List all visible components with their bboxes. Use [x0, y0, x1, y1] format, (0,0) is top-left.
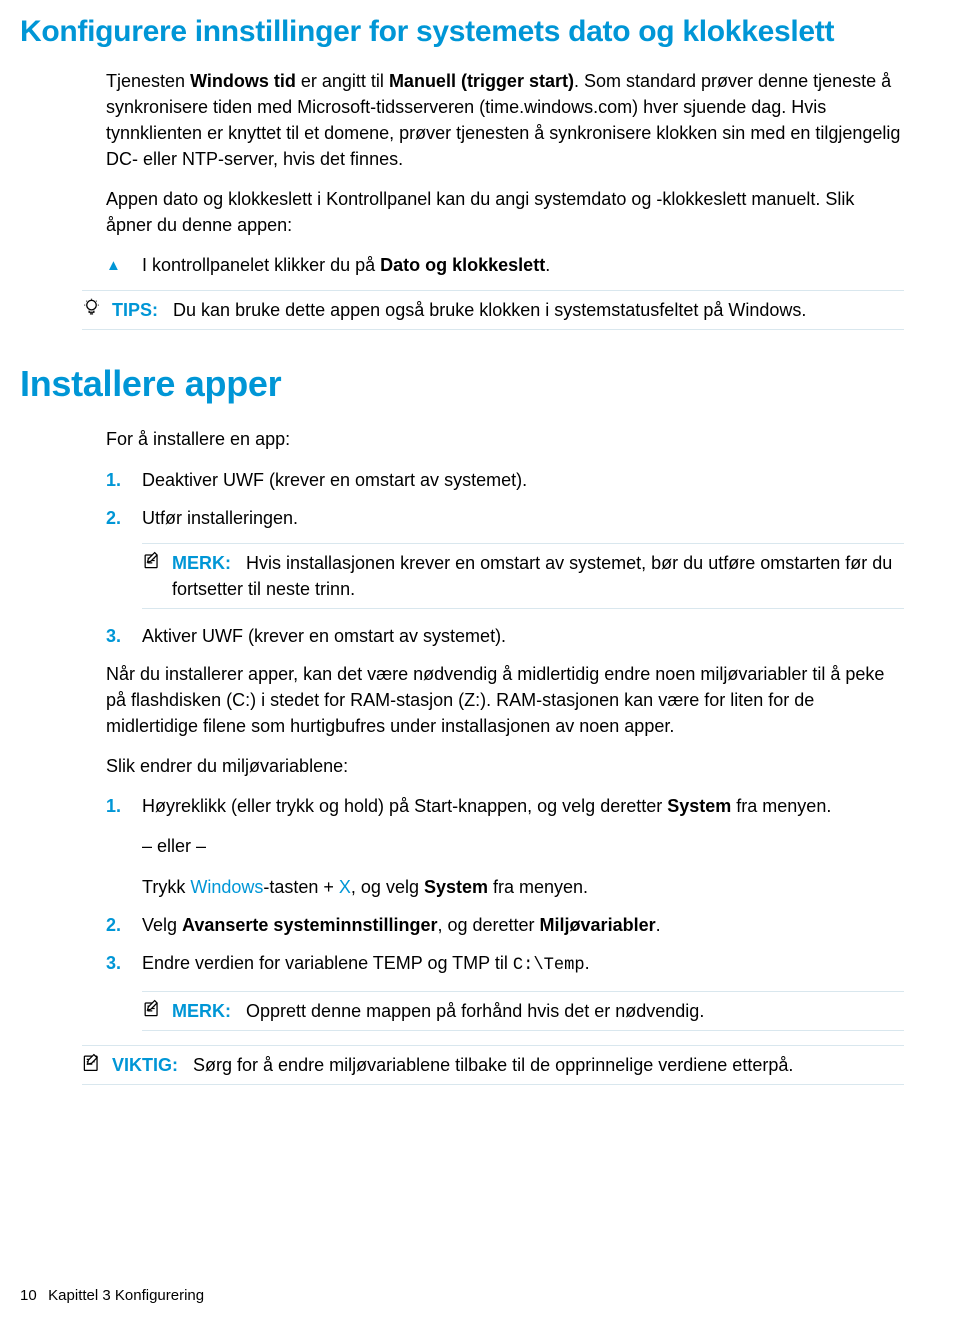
text: Avanserte systeminnstillinger: [182, 915, 437, 935]
text: I kontrollpanelet klikker du på: [142, 255, 380, 275]
text: Utfør installeringen.: [142, 505, 298, 531]
lightbulb-icon: [82, 297, 102, 322]
list-item: 1. Deaktiver UWF (krever en omstart av s…: [106, 467, 904, 493]
text: Manuell (trigger start): [389, 71, 574, 91]
text: Sørg for å endre miljøvariablene tilbake…: [193, 1055, 793, 1075]
heading-datetime: Konfigurere innstillinger for systemets …: [20, 10, 904, 54]
triangle-icon: ▲: [106, 252, 142, 277]
paragraph-env: Når du installerer apper, kan det være n…: [106, 661, 904, 739]
key-x: X: [339, 877, 351, 897]
list-number: 3.: [106, 623, 142, 649]
list-number: 2.: [106, 505, 142, 531]
text: Trykk Windows-tasten + X, og velg System…: [142, 874, 831, 900]
callout-body: MERK: Opprett denne mappen på forhånd hv…: [172, 998, 904, 1024]
text: Trykk: [142, 877, 190, 897]
bullet-item: ▲ I kontrollpanelet klikker du på Dato o…: [106, 252, 904, 278]
callout-body: TIPS: Du kan bruke dette appen også bruk…: [112, 297, 904, 323]
callout-body: VIKTIG: Sørg for å endre miljøvariablene…: [112, 1052, 904, 1078]
important-icon: [82, 1052, 102, 1077]
text: , og velg: [351, 877, 424, 897]
callout-tips: TIPS: Du kan bruke dette appen også bruk…: [82, 290, 904, 330]
heading-install: Installere apper: [20, 358, 904, 410]
paragraph-intro: Tjenesten Windows tid er angitt til Manu…: [106, 68, 904, 172]
text: Høyreklikk (eller trykk og hold) på Star…: [142, 793, 831, 819]
list-number: 3.: [106, 950, 142, 976]
text: System: [424, 877, 488, 897]
text: -tasten +: [263, 877, 339, 897]
text: System: [667, 796, 731, 816]
page-footer: 10 Kapittel 3 Konfigurering: [20, 1285, 204, 1307]
callout-viktig: VIKTIG: Sørg for å endre miljøvariablene…: [82, 1045, 904, 1085]
label-merk: MERK:: [172, 1001, 231, 1021]
text: .: [656, 915, 661, 935]
paragraph-envchange: Slik endrer du miljøvariablene:: [106, 753, 904, 779]
list-item: 2. Velg Avanserte systeminnstillinger, o…: [106, 912, 904, 938]
text: Endre verdien for variablene TEMP og TMP…: [142, 953, 513, 973]
bullet-text: I kontrollpanelet klikker du på Dato og …: [142, 252, 550, 278]
text: .: [585, 953, 590, 973]
list-item: 1. Høyreklikk (eller trykk og hold) på S…: [106, 793, 904, 899]
key-windows: Windows: [190, 877, 263, 897]
callout-merk: MERK: Opprett denne mappen på forhånd hv…: [142, 991, 904, 1031]
text: Dato og klokkeslett: [380, 255, 545, 275]
callout-body: MERK: Hvis installasjonen krever en omst…: [172, 550, 904, 602]
label-tips: TIPS:: [112, 300, 158, 320]
paragraph-app: Appen dato og klokkeslett i Kontrollpane…: [106, 186, 904, 238]
code-path: C:\Temp: [513, 956, 585, 975]
text: fra menyen.: [488, 877, 588, 897]
callout-merk: MERK: Hvis installasjonen krever en omst…: [142, 543, 904, 609]
text: fra menyen.: [731, 796, 831, 816]
page-number: 10: [20, 1285, 44, 1307]
list-item: 3. Aktiver UWF (krever en omstart av sys…: [106, 623, 904, 649]
label-merk: MERK:: [172, 553, 231, 573]
label-viktig: VIKTIG:: [112, 1055, 178, 1075]
chapter-title: Kapittel 3 Konfigurering: [48, 1287, 204, 1304]
text: Endre verdien for variablene TEMP og TMP…: [142, 950, 590, 979]
list-number: 1.: [106, 467, 142, 493]
list-number: 1.: [106, 793, 142, 819]
paragraph-install: For å installere en app:: [106, 426, 904, 452]
text: Du kan bruke dette appen også bruke klok…: [173, 300, 806, 320]
list-number: 2.: [106, 912, 142, 938]
text: , og deretter: [437, 915, 539, 935]
text: Miljøvariabler: [540, 915, 656, 935]
note-icon: [142, 550, 162, 575]
text: Aktiver UWF (krever en omstart av system…: [142, 623, 506, 649]
text-or: – eller –: [142, 833, 831, 859]
text: Deaktiver UWF (krever en omstart av syst…: [142, 467, 527, 493]
list-item: 2. Utfør installeringen.: [106, 505, 904, 531]
text: er angitt til: [296, 71, 389, 91]
text: Velg Avanserte systeminnstillinger, og d…: [142, 912, 661, 938]
text: Velg: [142, 915, 182, 935]
text: Windows tid: [190, 71, 296, 91]
list-item: 3. Endre verdien for variablene TEMP og …: [106, 950, 904, 979]
note-icon: [142, 998, 162, 1023]
text: Hvis installasjonen krever en omstart av…: [172, 553, 892, 599]
text: .: [545, 255, 550, 275]
text: Tjenesten: [106, 71, 190, 91]
text: Opprett denne mappen på forhånd hvis det…: [246, 1001, 704, 1021]
text: Høyreklikk (eller trykk og hold) på Star…: [142, 796, 667, 816]
